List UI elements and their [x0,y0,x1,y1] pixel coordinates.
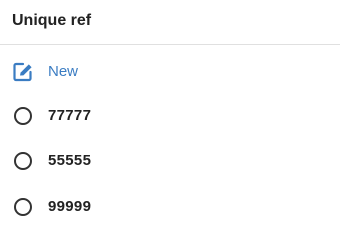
ref-option-label: 77777 [48,107,92,124]
radio-button-icon[interactable] [14,198,32,216]
header-divider [0,44,340,45]
panel-title: Unique ref [12,12,92,29]
ref-option-label: 55555 [48,152,92,169]
unique-ref-panel: Unique ref New 77777 55555 99999 [0,0,340,236]
new-ref-button[interactable]: New [0,52,340,92]
ref-option-77777[interactable]: 77777 [0,96,340,136]
radio-button-icon[interactable] [14,152,32,170]
ref-option-99999[interactable]: 99999 [0,187,340,227]
new-ref-label: New [48,63,79,80]
ref-option-label: 99999 [48,198,92,215]
edit-icon [12,61,34,83]
ref-option-55555[interactable]: 55555 [0,141,340,181]
radio-button-icon[interactable] [14,107,32,125]
